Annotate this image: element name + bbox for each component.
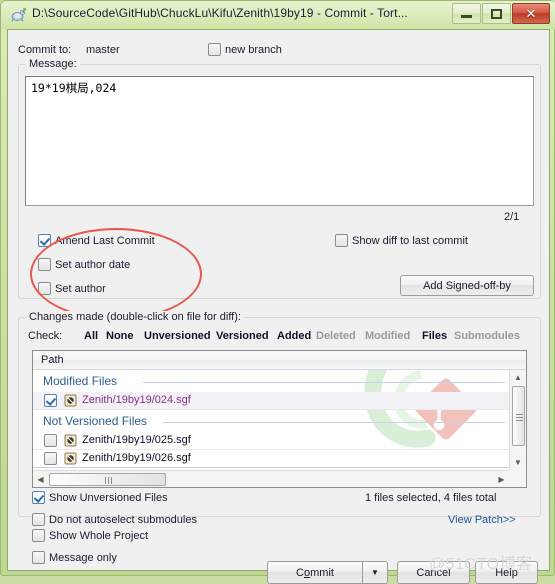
- set-author-checkbox[interactable]: [38, 282, 51, 295]
- file-path: Zenith/19by19/026.sgf: [82, 452, 191, 464]
- cancel-button-label: Cancel: [416, 566, 451, 579]
- set-author-date-checkbox[interactable]: [38, 258, 51, 271]
- file-list-body[interactable]: Modified Files Zenith/19by19/024.sgf Not…: [33, 370, 509, 470]
- add-signed-off-by-button[interactable]: Add Signed-off-by: [400, 275, 534, 296]
- check-link-files[interactable]: Files: [422, 330, 447, 342]
- scroll-down-arrow-icon[interactable]: ▼: [510, 455, 526, 470]
- check-link-modified: Modified: [365, 330, 411, 342]
- file-path: Zenith/19by19/025.sgf: [82, 434, 191, 446]
- title-bar: D:\SourceCode\GitHub\ChuckLu\Kifu\Zenith…: [1, 1, 555, 29]
- show-whole-project-checkbox[interactable]: [32, 529, 45, 542]
- file-checkbox[interactable]: [44, 434, 57, 447]
- scroll-right-arrow-icon[interactable]: ▶: [494, 471, 509, 487]
- maximize-restore-button[interactable]: [482, 3, 511, 24]
- show-diff-last-commit-label[interactable]: Show diff to last commit: [352, 235, 468, 247]
- minimize-icon: [453, 4, 480, 23]
- help-button[interactable]: Help: [475, 561, 538, 584]
- tortoisegit-icon: [11, 7, 27, 22]
- message-only-checkbox[interactable]: [32, 551, 45, 564]
- close-icon: ✕: [525, 5, 537, 21]
- cancel-button[interactable]: Cancel: [397, 561, 470, 584]
- horizontal-scrollbar[interactable]: ◀ ▶: [33, 470, 509, 487]
- message-group-label: Message:: [26, 58, 80, 70]
- new-branch-checkbox[interactable]: [208, 43, 221, 56]
- file-checkbox[interactable]: [44, 452, 57, 465]
- set-author-label[interactable]: Set author: [55, 283, 106, 295]
- commit-to-branch: master: [86, 44, 120, 56]
- vertical-scrollbar[interactable]: ▲ ▼: [509, 370, 526, 470]
- file-list[interactable]: Path Modified Files Zenith/19by19/024.sg…: [32, 350, 527, 488]
- file-path: Zenith/19by19/024.sgf: [82, 394, 191, 406]
- column-header-path[interactable]: Path: [41, 354, 64, 366]
- commit-dialog-window: D:\SourceCode\GitHub\ChuckLu\Kifu\Zenith…: [0, 0, 555, 584]
- commit-button-label: Commit: [296, 566, 334, 579]
- file-group-name: Not Versioned Files: [43, 414, 148, 428]
- close-button[interactable]: ✕: [512, 3, 550, 24]
- amend-last-commit-label[interactable]: Amend Last Commit: [55, 235, 155, 247]
- minimize-button[interactable]: [452, 3, 481, 24]
- unversioned-file-icon: [64, 452, 77, 465]
- horizontal-scrollbar-thumb[interactable]: [49, 473, 166, 486]
- message-only-label[interactable]: Message only: [49, 552, 117, 564]
- check-link-none[interactable]: None: [106, 330, 134, 342]
- unversioned-file-icon: [64, 434, 77, 447]
- check-link-deleted: Deleted: [316, 330, 356, 342]
- modified-file-icon: [64, 394, 77, 407]
- file-group-name: Modified Files: [43, 374, 118, 388]
- commit-to-label: Commit to:: [18, 44, 72, 56]
- scroll-left-arrow-icon[interactable]: ◀: [33, 471, 48, 487]
- vertical-scrollbar-thumb[interactable]: [512, 386, 525, 446]
- show-unversioned-files-label[interactable]: Show Unversioned Files: [49, 492, 168, 504]
- commit-message-input[interactable]: 19*19棋局,024: [25, 76, 534, 206]
- file-group-header-not-versioned: Not Versioned Files: [33, 412, 509, 432]
- commit-message-text: 19*19棋局,024: [31, 81, 117, 95]
- window-title: D:\SourceCode\GitHub\ChuckLu\Kifu\Zenith…: [32, 6, 408, 20]
- check-link-added[interactable]: Added: [277, 330, 311, 342]
- show-diff-last-commit-checkbox[interactable]: [335, 234, 348, 247]
- view-patch-link[interactable]: View Patch>>: [448, 514, 516, 526]
- table-row[interactable]: Zenith/19by19/026.sgf: [33, 450, 509, 467]
- scroll-up-arrow-icon[interactable]: ▲: [510, 370, 526, 385]
- table-row[interactable]: Zenith/19by19/024.sgf: [33, 392, 509, 409]
- file-checkbox[interactable]: [44, 394, 57, 407]
- new-branch-label[interactable]: new branch: [225, 44, 282, 56]
- table-row[interactable]: Zenith/19by19/025.sgf: [33, 432, 509, 449]
- help-button-label: Help: [495, 566, 518, 579]
- no-autoselect-submodules-checkbox[interactable]: [32, 513, 45, 526]
- check-link-all[interactable]: All: [84, 330, 98, 342]
- check-link-versioned[interactable]: Versioned: [216, 330, 269, 342]
- file-list-header[interactable]: Path: [33, 351, 526, 370]
- restore-icon: [483, 4, 510, 23]
- add-signed-off-by-label: Add Signed-off-by: [423, 279, 511, 292]
- commit-dropdown-button[interactable]: ▼: [362, 561, 388, 584]
- set-author-date-label[interactable]: Set author date: [55, 259, 130, 271]
- dialog-client-area: Commit to: master new branch Message: 19…: [7, 29, 550, 584]
- show-whole-project-label[interactable]: Show Whole Project: [49, 530, 148, 542]
- show-unversioned-files-checkbox[interactable]: [32, 491, 45, 504]
- message-counter: 2/1: [504, 211, 520, 223]
- scrollbar-corner: [509, 470, 526, 487]
- check-link-submodules: Submodules: [454, 330, 521, 342]
- file-group-header-modified: Modified Files: [33, 372, 509, 392]
- check-link-unversioned[interactable]: Unversioned: [144, 330, 211, 342]
- no-autoselect-submodules-label[interactable]: Do not autoselect submodules: [49, 514, 197, 526]
- amend-last-commit-checkbox[interactable]: [38, 234, 51, 247]
- check-label: Check:: [28, 330, 63, 342]
- commit-button[interactable]: Commit: [267, 561, 362, 584]
- changes-group-label: Changes made (double-click on file for d…: [26, 311, 244, 323]
- file-status-text: 1 files selected, 4 files total: [365, 492, 497, 504]
